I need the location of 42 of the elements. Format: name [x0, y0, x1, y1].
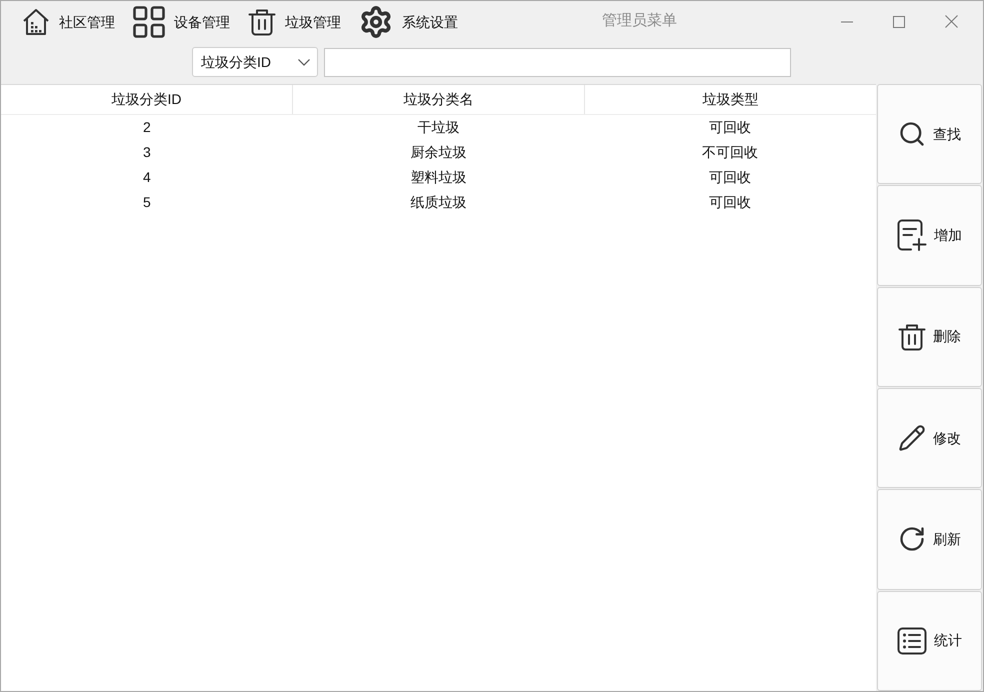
pencil-icon [898, 424, 926, 452]
column-header[interactable]: 垃圾类型 [585, 85, 876, 114]
filter-dropdown[interactable]: 垃圾分类ID [192, 47, 318, 77]
trash-icon [248, 8, 276, 36]
column-header[interactable]: 垃圾分类名 [293, 85, 585, 114]
minimize-icon [841, 20, 853, 22]
refresh-button[interactable]: 刷新 [877, 489, 982, 590]
table-cell-text: 3 [142, 143, 152, 162]
column-header[interactable]: 垃圾分类ID [1, 85, 293, 114]
menu-item[interactable]: 系统设置 [359, 2, 458, 40]
table-cell-text: 4 [142, 168, 152, 187]
table-cell-text: 2 [142, 118, 152, 137]
table-cell-text: 可回收 [708, 193, 752, 212]
table-cell-text: 可回收 [708, 118, 752, 137]
table-cell-text: 厨余垃圾 [410, 143, 468, 162]
menu-item[interactable]: 社区管理 [22, 6, 115, 38]
search-icon [898, 120, 926, 148]
chevron-down-icon [298, 58, 310, 66]
table-cell-text: 干垃圾 [416, 118, 460, 137]
edit-button[interactable]: 修改 [877, 388, 982, 488]
window-title: 管理员菜单 [602, 11, 677, 32]
list-icon [897, 626, 927, 655]
house-icon [22, 8, 50, 36]
document-plus-icon [897, 219, 927, 252]
add-button[interactable]: 增加 [877, 185, 982, 286]
search-button[interactable]: 查找 [877, 84, 982, 184]
search-input-field[interactable] [324, 48, 791, 77]
maximize-icon [893, 16, 905, 28]
grid-icon [133, 6, 165, 38]
table-cell-text: 5 [142, 193, 152, 212]
trash-icon [898, 322, 926, 351]
table-cell-text: 可回收 [708, 168, 752, 187]
table-cell-text: 塑料垃圾 [410, 168, 468, 187]
table-cell-text: 纸质垃圾 [410, 193, 468, 212]
menu-item[interactable]: 垃圾管理 [248, 6, 341, 38]
gear-icon [359, 4, 393, 38]
close-icon [944, 15, 958, 28]
refresh-icon [898, 525, 926, 554]
menu-item[interactable]: 设备管理 [133, 4, 230, 40]
table-cell-text: 不可回收 [701, 143, 760, 162]
delete-button[interactable]: 删除 [877, 286, 982, 387]
statistics-button[interactable]: 统计 [877, 590, 982, 691]
